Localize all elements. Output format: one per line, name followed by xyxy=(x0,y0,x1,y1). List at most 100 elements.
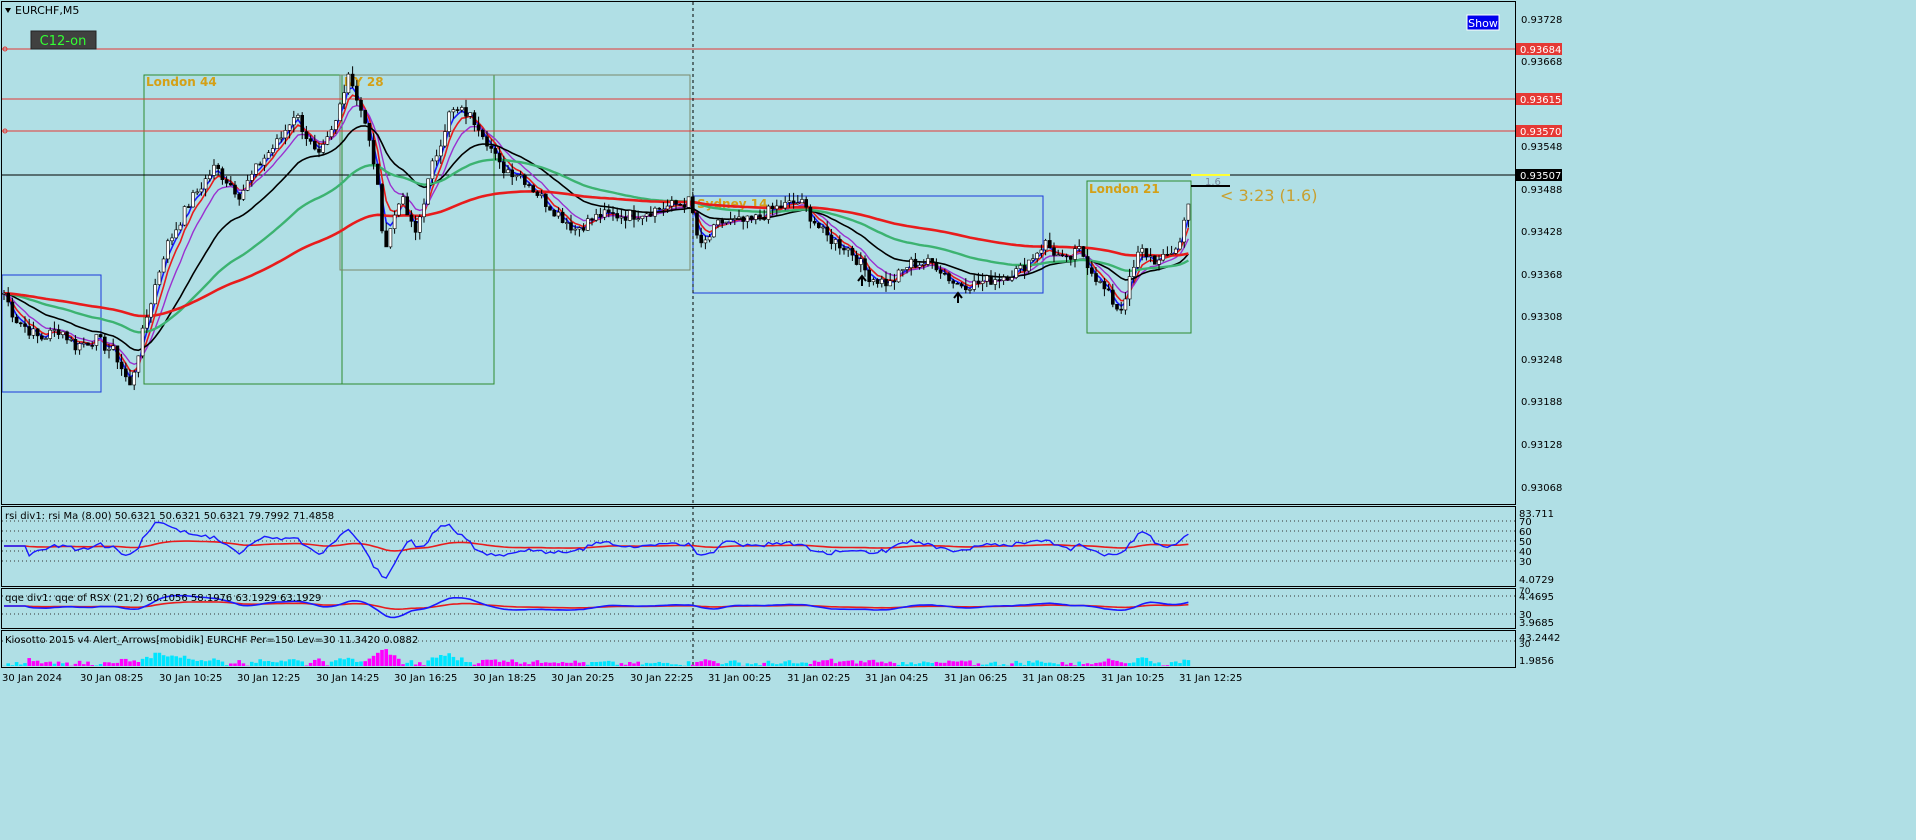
kiosotto-bar xyxy=(1035,660,1039,666)
candle-body xyxy=(749,215,754,220)
price-tick: 0.93488 xyxy=(1521,185,1562,196)
session-label-london-44: London 44 xyxy=(146,75,217,89)
kiosotto-bar xyxy=(103,662,107,666)
symbol-title: EURCHF,M5 xyxy=(15,4,79,17)
price-tick: 0.93308 xyxy=(1521,312,1562,323)
kiosotto-bar xyxy=(825,660,829,666)
kiosotto-bar xyxy=(922,661,926,666)
kiosotto-bar xyxy=(846,660,850,666)
candle-body xyxy=(1094,273,1098,282)
kiosotto-bar xyxy=(859,660,863,666)
candle-body xyxy=(1085,256,1090,269)
candle-body xyxy=(804,199,809,208)
candle-body xyxy=(905,267,909,270)
kiosotto-bar xyxy=(985,664,989,666)
kiosotto-bar xyxy=(842,661,846,666)
price-tick: 0.93248 xyxy=(1521,355,1562,366)
kiosotto-bar xyxy=(1077,661,1081,666)
time-tick: 31 Jan 10:25 xyxy=(1101,673,1164,684)
candle-body xyxy=(35,328,40,337)
candle-body xyxy=(195,191,199,194)
kiosotto-bar xyxy=(346,657,351,666)
kiosotto-subwindow-title: Kiosotto 2015 v4 Alert_Arrows[mobidik] E… xyxy=(5,635,418,646)
kiosotto-bar xyxy=(674,664,678,666)
kiosotto-bar xyxy=(775,664,779,666)
candle-body xyxy=(342,92,347,105)
candle-body xyxy=(879,278,884,284)
candle-body xyxy=(1115,304,1119,310)
candle-body xyxy=(1102,281,1107,290)
candle-body xyxy=(283,130,288,139)
price-tick: 0.93548 xyxy=(1521,142,1562,153)
kiosotto-bar xyxy=(1165,665,1170,666)
kiosotto-bar xyxy=(657,661,661,666)
candle-body xyxy=(548,206,552,211)
kiosotto-bar xyxy=(250,661,254,666)
kiosotto-bar xyxy=(485,659,489,666)
price-tick: 0.93668 xyxy=(1521,57,1562,68)
kiosotto-bar xyxy=(552,662,556,666)
kiosotto-bar xyxy=(892,663,897,666)
kiosotto-bar xyxy=(115,662,120,666)
kiosotto-bar xyxy=(292,659,296,666)
kiosotto-bar xyxy=(439,655,443,666)
kiosotto-bar xyxy=(506,661,510,666)
candle-body xyxy=(409,214,414,222)
candle-body xyxy=(846,247,851,251)
kiosotto-bar xyxy=(510,659,514,666)
candle-body xyxy=(989,275,993,285)
kiosotto-bar xyxy=(884,663,888,666)
candle-body xyxy=(564,222,569,224)
candle-body xyxy=(913,258,918,268)
candle-body xyxy=(388,228,393,248)
time-tick: 31 Jan 08:25 xyxy=(1022,673,1085,684)
kiosotto-bar xyxy=(52,663,57,666)
kiosotto-bar xyxy=(119,658,124,666)
candle-body xyxy=(632,210,636,220)
candle-body xyxy=(1018,265,1023,269)
candle-body xyxy=(1005,276,1010,281)
kiosotto-bar xyxy=(140,658,145,666)
kiosotto-bar xyxy=(397,658,401,666)
candle-body xyxy=(997,279,1002,281)
kiosotto-bar xyxy=(838,661,842,666)
kiosotto-bar xyxy=(1085,663,1090,666)
kiosotto-bar xyxy=(35,660,40,666)
kiosotto-bar xyxy=(854,663,859,666)
kiosotto-bar xyxy=(733,660,737,666)
kiosotto-bar xyxy=(233,663,237,666)
candle-body xyxy=(1123,298,1128,311)
hline-price-label-2: 0.93615 xyxy=(1520,95,1561,106)
candle-body xyxy=(396,203,401,216)
time-tick: 30 Jan 20:25 xyxy=(551,673,614,684)
kiosotto-bar xyxy=(44,662,48,666)
kiosotto-bar xyxy=(422,665,426,666)
candle-body xyxy=(947,273,951,282)
rsi-tick: 30 xyxy=(1519,557,1532,568)
kiosotto-bar xyxy=(19,664,23,666)
candle-body xyxy=(438,145,443,157)
kiosotto-bar xyxy=(178,657,183,666)
kiosotto-bar xyxy=(569,662,573,666)
kiosotto-bar xyxy=(199,660,204,666)
kiosotto-bar xyxy=(65,662,69,666)
candle-body xyxy=(359,99,363,111)
candle-body xyxy=(300,114,305,132)
session-label-london-21: London 21 xyxy=(1089,182,1160,196)
kiosotto-bar xyxy=(338,658,342,666)
kiosotto-bar xyxy=(460,657,464,666)
kiosotto-bar xyxy=(758,665,762,666)
kiosotto-bar xyxy=(972,665,976,666)
candle-body xyxy=(321,144,326,153)
kiosotto-bar xyxy=(644,662,649,666)
kiosotto-bar xyxy=(334,660,338,666)
candle-body xyxy=(254,163,258,175)
candle-body xyxy=(140,327,145,357)
trading-chart[interactable]: London 44 NY 28 Sydney 14 London 21 1.6 … xyxy=(0,0,1916,840)
kiosotto-bar xyxy=(1136,658,1140,666)
kiosotto-bar xyxy=(640,664,645,666)
candle-body xyxy=(216,164,220,169)
candle-body xyxy=(384,230,389,248)
candle-body xyxy=(812,220,817,224)
candle-body xyxy=(501,161,506,174)
